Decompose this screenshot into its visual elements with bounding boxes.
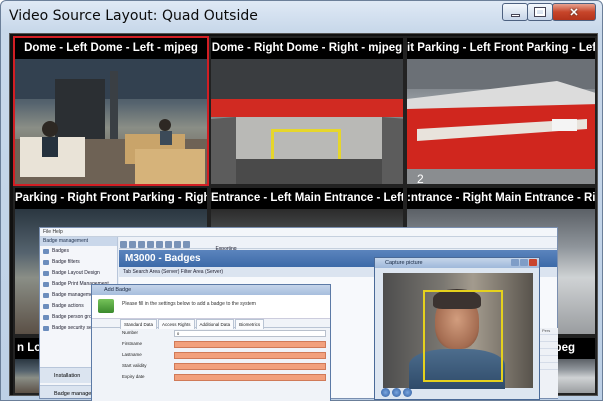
zoom-in-icon[interactable] (392, 388, 401, 397)
form-row-lastname: Lastname (92, 351, 330, 361)
list-item[interactable] (540, 335, 558, 342)
firstname-field[interactable] (174, 341, 326, 348)
form-row-number: Number 0 (92, 329, 330, 339)
close-icon[interactable] (529, 259, 537, 266)
capture-icon[interactable] (381, 388, 390, 397)
close-button[interactable]: ✕ (552, 3, 596, 21)
nav-header: Badge management (40, 237, 117, 246)
add-badge-dialog: Add Badge Please fill in the settings be… (91, 284, 331, 401)
dialog-banner: Please fill in the settings below to add… (92, 295, 330, 319)
toolbar-icon[interactable] (129, 241, 136, 248)
form-row-start-validity: Start validity (92, 362, 330, 372)
app-menubar[interactable]: File Help (40, 228, 557, 237)
capture-window-controls (510, 259, 537, 266)
close-icon: ✕ (569, 6, 579, 19)
tile-label: Parking - Right Front Parking - Right - … (15, 188, 207, 209)
list-item[interactable] (540, 356, 558, 363)
tile-label: Dome - Left Dome - Left - mjpeg (15, 38, 207, 59)
tab-additional-data[interactable]: Additional Data (195, 319, 235, 329)
minimize-icon (510, 13, 520, 17)
tile-label: :ntrance - Right Main Entrance - Right -… (407, 188, 595, 209)
video-feed (211, 59, 403, 184)
field-label: Expiry date (122, 374, 145, 379)
video-tile-3[interactable]: it Parking - Left Front Parking - Left -… (405, 36, 597, 186)
window-title: Video Source Layout: Quad Outside (9, 8, 258, 24)
zoom-out-icon[interactable] (403, 388, 412, 397)
tile-label: it Parking - Left Front Parking - Left -… (407, 38, 595, 59)
field-label: Number (122, 330, 139, 335)
toolbar-icon[interactable] (165, 241, 172, 248)
person-list: Pers (539, 328, 558, 398)
face-detection-box[interactable] (423, 290, 503, 382)
window-controls: ✕ (502, 3, 596, 21)
tab-access-rights[interactable]: Access Rights (158, 319, 195, 329)
video-feed (15, 59, 207, 184)
list-item[interactable] (540, 363, 558, 370)
main-window: Video Source Layout: Quad Outside ✕ Dome… (0, 0, 603, 401)
video-feed: 2 (407, 59, 595, 184)
toolbar-icon[interactable] (183, 241, 190, 248)
dialog-title[interactable]: Add Badge (92, 285, 330, 295)
field-label: Firstname (122, 341, 143, 346)
nav-item-badge-filters[interactable]: Badge filters (40, 257, 117, 268)
app-toolbar: Exporting (119, 237, 557, 252)
dialog-tabs: Standard Data Access Rights Additional Dat… (92, 319, 330, 329)
field-label: Lastname (122, 352, 142, 357)
maximize-icon (534, 7, 546, 17)
badge-add-icon (98, 299, 114, 313)
capture-title: Capture picture (385, 260, 423, 266)
toolbar-icon[interactable] (156, 241, 163, 248)
video-tile-1[interactable]: Dome - Left Dome - Left - mjpeg (13, 36, 209, 186)
form-row-expiry: Expiry date (92, 373, 330, 383)
capture-title-bar[interactable]: Capture picture (375, 258, 539, 268)
svg-text:2: 2 (417, 172, 424, 186)
list-item[interactable] (540, 342, 558, 349)
field-label: Start validity (122, 363, 147, 368)
nav-item-badge-layout-design[interactable]: Badge Layout Design (40, 268, 117, 279)
tab-biometrics[interactable]: Biometrics (235, 319, 265, 329)
form-row-firstname: Firstname (92, 340, 330, 350)
capture-controls (381, 388, 414, 397)
nav-item-badges[interactable]: Badges (40, 246, 117, 257)
toolbar-icon[interactable] (120, 241, 127, 248)
toolbar-icon[interactable] (147, 241, 154, 248)
number-field[interactable]: 0 (174, 330, 326, 337)
list-header: Pers (540, 328, 558, 335)
dialog-banner-text: Please fill in the settings below to add… (122, 301, 256, 307)
lastname-field[interactable] (174, 352, 326, 359)
video-tile-2[interactable]: Dome - Right Dome - Right - mjpeg (209, 36, 405, 186)
minimize-button[interactable] (502, 3, 528, 21)
expiry-date-field[interactable] (174, 374, 326, 381)
maximize-button[interactable] (527, 3, 553, 21)
toolbar-icon[interactable] (174, 241, 181, 248)
minimize-icon[interactable] (511, 259, 519, 266)
toolbar-icon[interactable] (138, 241, 145, 248)
title-bar[interactable]: Video Source Layout: Quad Outside ✕ (1, 1, 603, 31)
list-item[interactable] (540, 349, 558, 356)
tile-label: Dome - Right Dome - Right - mjpeg (211, 38, 403, 59)
tile-label: Entrance - Left Main Entrance - Left - n (211, 188, 403, 209)
maximize-icon[interactable] (520, 259, 528, 266)
capture-picture-window: Capture picture (374, 257, 540, 400)
webcam-preview (383, 273, 533, 389)
tab-standard-data[interactable]: Standard Data (120, 319, 158, 329)
start-validity-field[interactable] (174, 363, 326, 370)
